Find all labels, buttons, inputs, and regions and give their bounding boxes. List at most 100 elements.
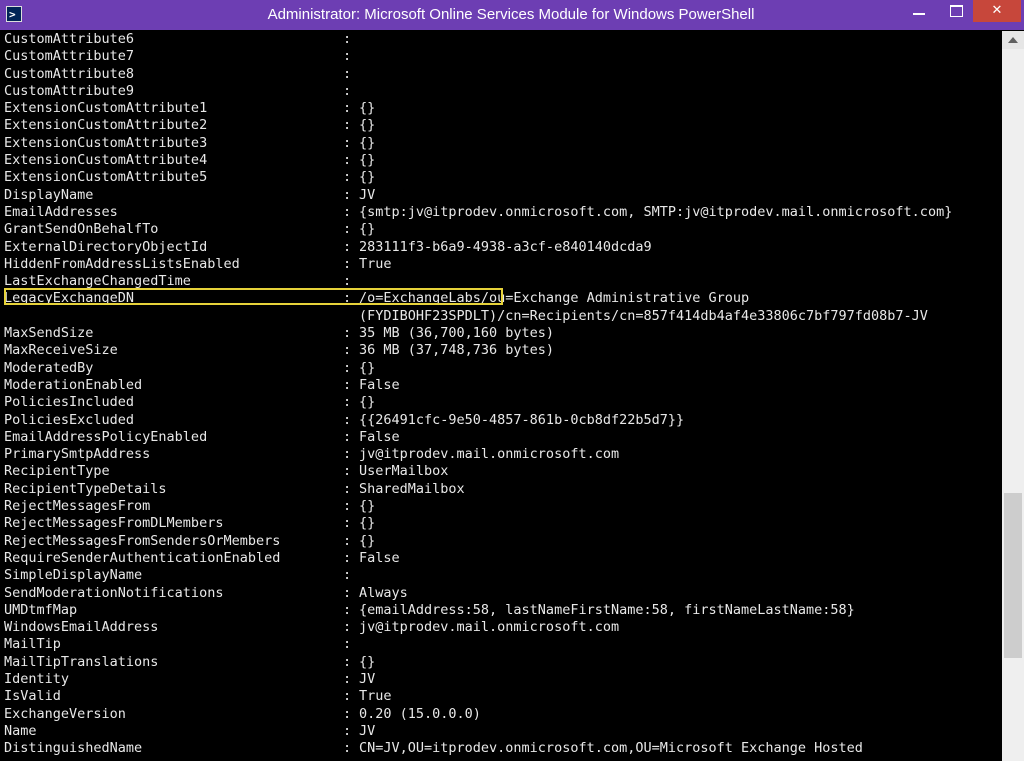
property-row: RequireSenderAuthenticationEnabled: False — [2, 550, 1002, 567]
property-value: True — [359, 255, 392, 272]
property-row: RecipientType: UserMailbox — [2, 463, 1002, 480]
minimize-button[interactable] — [900, 0, 940, 22]
property-list: CustomAttribute6: CustomAttribute7: Custom… — [2, 31, 1002, 757]
separator: : — [343, 82, 352, 99]
separator: : — [343, 394, 352, 411]
property-value: jv@itprodev.mail.onmicrosoft.com — [359, 619, 620, 636]
separator: : — [343, 722, 352, 739]
vertical-scrollbar[interactable] — [1002, 31, 1024, 761]
separator: : — [343, 359, 352, 376]
property-name: CustomAttribute9 — [4, 82, 135, 99]
property-row: RejectMessagesFromSendersOrMembers: {} — [2, 533, 1002, 550]
property-name: ExtensionCustomAttribute1 — [4, 100, 208, 117]
separator: : — [343, 688, 352, 705]
property-row: RejectMessagesFrom: {} — [2, 498, 1002, 515]
property-row: EmailAddressPolicyEnabled: False — [2, 429, 1002, 446]
property-value: {emailAddress:58, lastNameFirstName:58, … — [359, 601, 855, 618]
property-row: DisplayName: JV — [2, 187, 1002, 204]
separator: : — [343, 653, 352, 670]
property-row: SendModerationNotifications: Always — [2, 585, 1002, 602]
separator: : — [343, 65, 352, 82]
property-row: Name: JV — [2, 723, 1002, 740]
property-name: CustomAttribute6 — [4, 31, 135, 47]
scroll-up-icon[interactable] — [1002, 31, 1024, 49]
property-name: RequireSenderAuthenticationEnabled — [4, 549, 281, 566]
property-value: SharedMailbox — [359, 480, 465, 497]
property-row: Identity: JV — [2, 671, 1002, 688]
property-row: ModerationEnabled: False — [2, 377, 1002, 394]
property-row: IsValid: True — [2, 688, 1002, 705]
property-value: (FYDIBOHF23SPDLT)/cn=Recipients/cn=857f4… — [359, 307, 928, 324]
separator: : — [343, 238, 352, 255]
separator: : — [343, 601, 352, 618]
property-value: {} — [359, 221, 376, 238]
property-value: {} — [359, 498, 376, 515]
separator: : — [343, 636, 352, 653]
property-row: CustomAttribute9: — [2, 83, 1002, 100]
property-value: {} — [359, 134, 376, 151]
property-name: RejectMessagesFromSendersOrMembers — [4, 532, 281, 549]
close-button[interactable]: ✕ — [973, 0, 1021, 22]
property-row: WindowsEmailAddress: jv@itprodev.mail.onm… — [2, 619, 1002, 636]
property-name: MaxReceiveSize — [4, 342, 118, 359]
separator: : — [343, 152, 352, 169]
property-row: EmailAddresses: {smtp:jv@itprodev.onmicro… — [2, 204, 1002, 221]
property-value: CN=JV,OU=itprodev.onmicrosoft.com,OU=Mic… — [359, 740, 863, 757]
property-name: ExtensionCustomAttribute3 — [4, 134, 208, 151]
property-row: (FYDIBOHF23SPDLT)/cn=Recipients/cn=857f4… — [2, 308, 1002, 325]
separator: : — [343, 515, 352, 532]
property-name: RejectMessagesFromDLMembers — [4, 515, 224, 532]
property-value: {} — [359, 394, 376, 411]
separator: : — [343, 619, 352, 636]
property-value: /o=ExchangeLabs/ou=Exchange Administrati… — [359, 290, 750, 307]
property-row: ExtensionCustomAttribute3: {} — [2, 135, 1002, 152]
property-row: MailTipTranslations: {} — [2, 654, 1002, 671]
property-name: CustomAttribute7 — [4, 48, 135, 65]
separator: : — [343, 117, 352, 134]
console-output[interactable]: CustomAttribute6: CustomAttribute7: Custom… — [2, 31, 1002, 761]
separator: : — [343, 480, 352, 497]
property-value: {} — [359, 169, 376, 186]
separator: : — [343, 532, 352, 549]
separator: : — [343, 411, 352, 428]
property-name: DisplayName — [4, 186, 94, 203]
property-row: PoliciesExcluded: {{26491cfc-9e50-4857-86… — [2, 412, 1002, 429]
separator: : — [343, 48, 352, 65]
property-row: RecipientTypeDetails: SharedMailbox — [2, 481, 1002, 498]
property-name: PoliciesIncluded — [4, 394, 135, 411]
separator: : — [343, 221, 352, 238]
separator: : — [343, 186, 352, 203]
maximize-button[interactable] — [941, 0, 971, 22]
property-row: CustomAttribute7: — [2, 48, 1002, 65]
property-row: CustomAttribute8: — [2, 66, 1002, 83]
property-name: Name — [4, 722, 37, 739]
window-title: Administrator: Microsoft Online Services… — [267, 6, 755, 23]
separator: : — [343, 325, 352, 342]
separator: : — [343, 31, 352, 47]
property-name: Identity — [4, 670, 70, 687]
property-row: PrimarySmtpAddress: jv@itprodev.mail.onmi… — [2, 446, 1002, 463]
property-row: MailTip: — [2, 636, 1002, 653]
property-name: RecipientType — [4, 463, 110, 480]
property-row: MaxSendSize:35 MB (36,700,160 bytes) — [2, 325, 1002, 342]
scroll-thumb[interactable] — [1004, 493, 1022, 658]
property-row: ExtensionCustomAttribute1: {} — [2, 100, 1002, 117]
property-row: MaxReceiveSize:36 MB (37,748,736 bytes) — [2, 342, 1002, 359]
property-value: True — [359, 688, 392, 705]
separator: : — [343, 203, 352, 220]
property-value: False — [359, 549, 400, 566]
property-name: PoliciesExcluded — [4, 411, 135, 428]
property-row: SimpleDisplayName: — [2, 567, 1002, 584]
property-value: 0.20 (15.0.0.0) — [359, 705, 481, 722]
separator: : — [343, 134, 352, 151]
separator: : — [343, 498, 352, 515]
property-name: WindowsEmailAddress — [4, 619, 159, 636]
property-value: {} — [359, 515, 376, 532]
separator: : — [343, 549, 352, 566]
property-name: ExternalDirectoryObjectId — [4, 238, 208, 255]
property-value: Always — [359, 584, 408, 601]
separator: : — [343, 670, 352, 687]
property-name: UMDtmfMap — [4, 601, 78, 618]
property-row: DistinguishedName: CN=JV,OU=itprodev.onmi… — [2, 740, 1002, 757]
property-value: {} — [359, 100, 376, 117]
